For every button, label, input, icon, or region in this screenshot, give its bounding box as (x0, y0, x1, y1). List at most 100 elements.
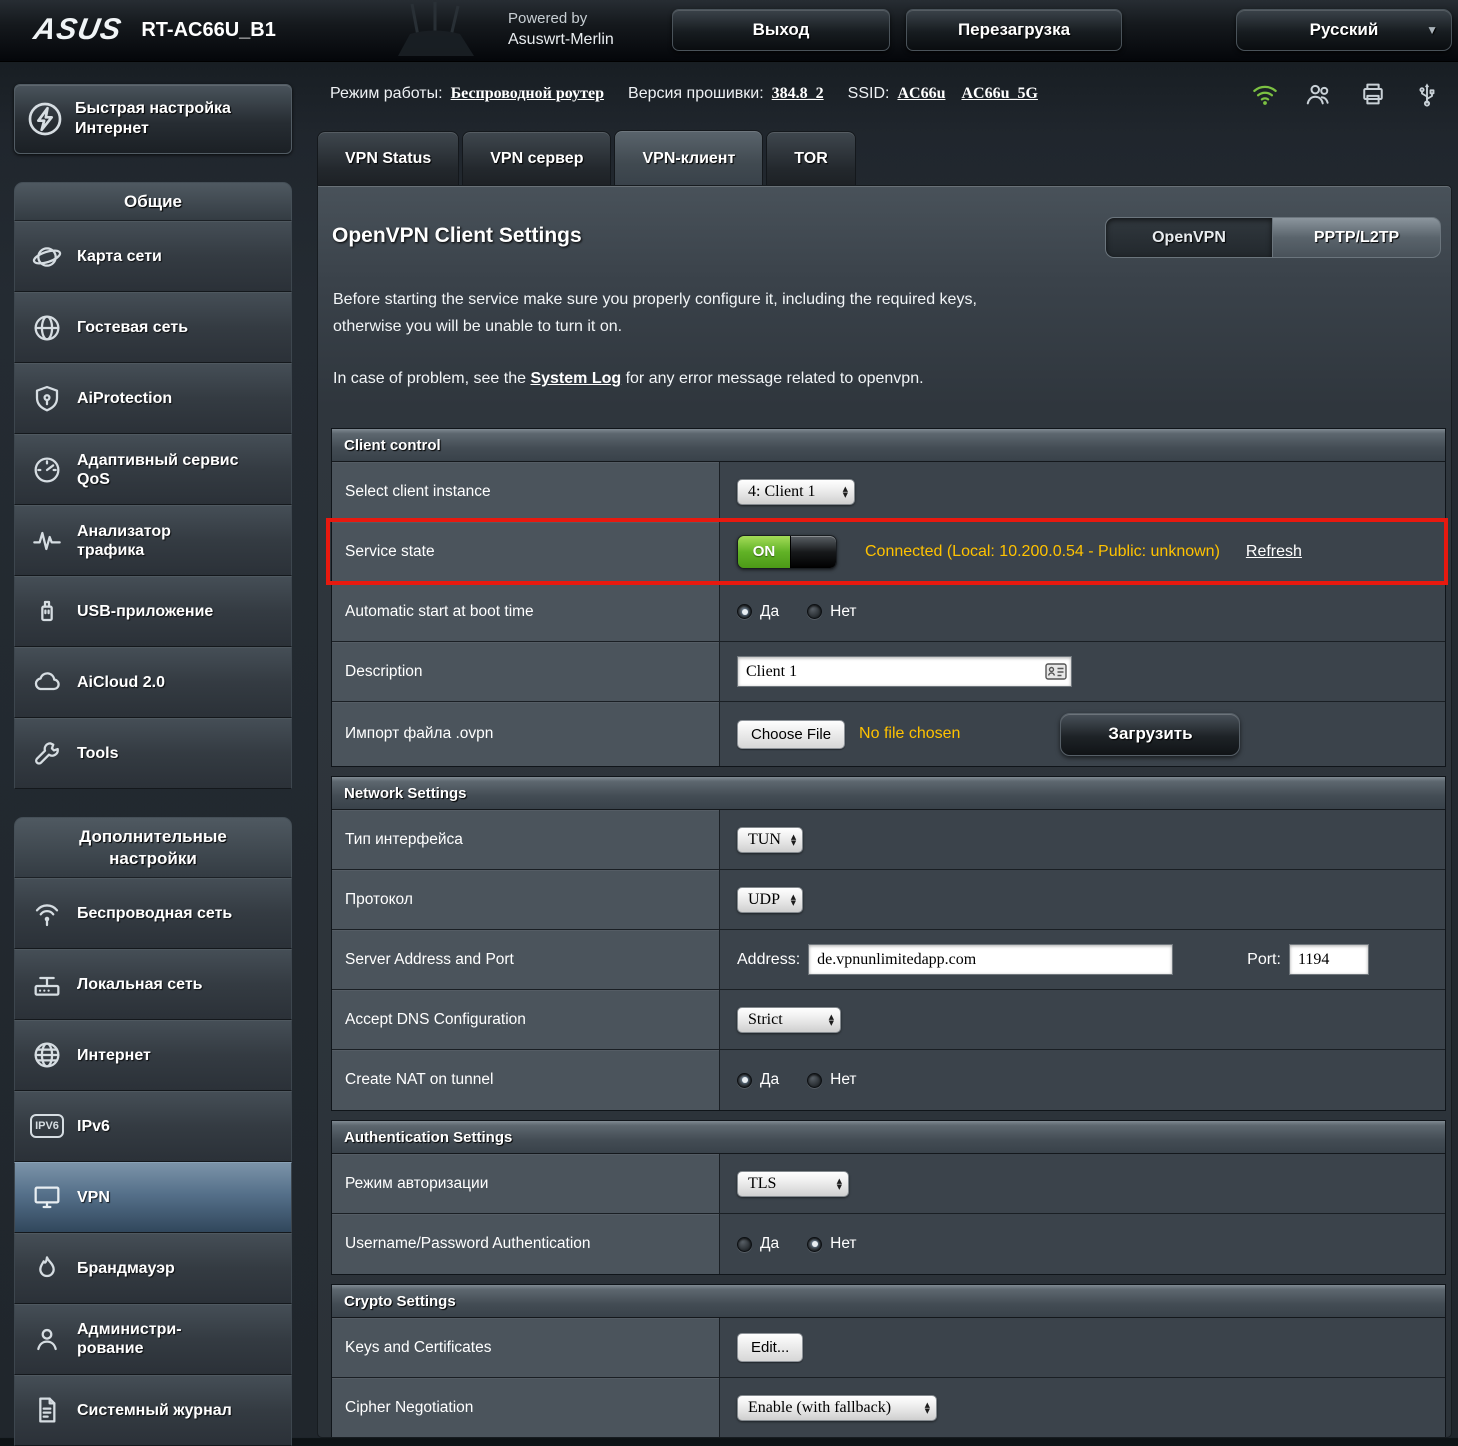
logout-button[interactable]: Выход (672, 9, 890, 51)
system-log-link[interactable]: System Log (530, 370, 621, 387)
cipher-negotiation-label: Cipher Negotiation (332, 1378, 720, 1438)
admin-icon (25, 1317, 69, 1361)
sidebar-item-vpn[interactable]: VPN (14, 1162, 292, 1233)
address-label: Address: (737, 951, 800, 969)
choose-file-button[interactable]: Choose File (737, 720, 845, 749)
table-row: Select client instance 4: Client 1 ▲▼ (332, 462, 1445, 522)
toggle-knob (790, 536, 836, 568)
input-list-icon[interactable] (1045, 663, 1067, 685)
auth-mode-select[interactable]: TLS ▲▼ (737, 1171, 849, 1197)
vpn-mode-toggle: OpenVPN PPTP/L2TP (1105, 217, 1441, 258)
sidebar-item-lan[interactable]: Локальная сеть (14, 949, 292, 1020)
log-icon (25, 1388, 69, 1432)
cipher-negotiation-select[interactable]: Enable (with fallback) ▲▼ (737, 1395, 937, 1421)
select-stepper-icon: ▲▼ (843, 486, 848, 498)
sidebar-item-wan[interactable]: Интернет (14, 1020, 292, 1091)
server-address-label: Server Address and Port (332, 930, 720, 989)
refresh-link[interactable]: Refresh (1246, 543, 1302, 561)
authentication-settings-table: Authentication Settings Режим авторизаци… (331, 1120, 1446, 1275)
wireless-icon (25, 891, 69, 935)
nat-no-radio[interactable]: Нет (807, 1071, 856, 1089)
sidebar-item-administration[interactable]: Администри-рование (14, 1304, 292, 1375)
sidebar-item-qos[interactable]: Адаптивный сервис QoS (14, 434, 292, 505)
description-label: Description (332, 642, 720, 701)
sidebar-item-usb-app[interactable]: USB-приложение (14, 576, 292, 647)
description-input[interactable] (737, 656, 1072, 687)
router-model: RT-AC66U_B1 (141, 19, 275, 42)
server-port-input[interactable] (1289, 944, 1369, 975)
sidebar-item-aicloud[interactable]: AiCloud 2.0 (14, 647, 292, 718)
sidebar-quick-setup[interactable]: Быстрая настройка Интернет (14, 84, 292, 154)
service-state-toggle[interactable]: ON (737, 535, 837, 569)
table-row: Automatic start at boot time Да Нет (332, 582, 1445, 642)
upload-button[interactable]: Загрузить (1060, 713, 1240, 756)
lan-icon (25, 962, 69, 1006)
operation-mode-link[interactable]: Беспроводной роутер (451, 85, 604, 103)
client-instance-select[interactable]: 4: Client 1 ▲▼ (737, 479, 855, 505)
top-header-bar: ASUS RT-AC66U_B1 Powered by Asuswrt-Merl… (0, 0, 1458, 62)
connection-status-text: Connected (Local: 10.200.0.54 - Public: … (865, 543, 1220, 561)
accept-dns-select[interactable]: Strict ▲▼ (737, 1007, 841, 1033)
service-state-label: Service state (332, 522, 720, 581)
autostart-yes-radio[interactable]: Да (737, 603, 779, 621)
ssid-5g-link[interactable]: AC66u_5G (961, 85, 1037, 103)
pptp-l2tp-toggle-button[interactable]: PPTP/L2TP (1273, 217, 1441, 258)
firmware-brand-label: Asuswrt-Merlin (508, 29, 614, 51)
language-selector[interactable]: Русский ▼ (1236, 9, 1452, 51)
sidebar: Быстрая настройка Интернет Общие Карта с… (14, 84, 292, 1446)
tab-vpn-server[interactable]: VPN сервер (462, 131, 611, 185)
asus-logo: ASUS (31, 13, 124, 47)
server-address-input[interactable] (808, 944, 1173, 975)
ssid-label: SSID: (848, 85, 890, 103)
protocol-select[interactable]: UDP ▲▼ (737, 887, 803, 913)
firmware-version-link[interactable]: 384.8_2 (772, 85, 824, 103)
select-stepper-icon: ▲▼ (837, 1178, 842, 1190)
printer-icon[interactable] (1358, 79, 1388, 109)
radio-unchecked-icon (807, 1073, 822, 1088)
service-state-row: Service state ON Connected (Local: 10.20… (332, 522, 1445, 582)
table-row: Accept DNS Configuration Strict ▲▼ (332, 990, 1445, 1050)
language-label: Русский (1310, 20, 1379, 40)
clients-icon[interactable] (1304, 79, 1334, 109)
table-row: Импорт файла .ovpn Choose File No file c… (332, 702, 1445, 766)
userpass-no-radio[interactable]: Нет (807, 1235, 856, 1253)
reboot-button[interactable]: Перезагрузка (906, 9, 1122, 51)
nat-yes-radio[interactable]: Да (737, 1071, 779, 1089)
authentication-settings-header: Authentication Settings (332, 1121, 1445, 1154)
table-row: Server Address and Port Address: Port: (332, 930, 1445, 990)
tab-vpn-status[interactable]: VPN Status (317, 131, 459, 185)
usb-port-icon[interactable] (1412, 79, 1442, 109)
interface-type-select[interactable]: TUN ▲▼ (737, 827, 803, 853)
edit-keys-button[interactable]: Edit... (737, 1333, 803, 1362)
sidebar-item-network-map[interactable]: Карта сети (14, 221, 292, 292)
operation-mode-label: Режим работы: (330, 85, 443, 103)
radio-checked-icon (737, 604, 752, 619)
sidebar-item-tools[interactable]: Tools (14, 718, 292, 789)
sidebar-item-guest-network[interactable]: Гостевая сеть (14, 292, 292, 363)
sidebar-section-general: Общие (14, 182, 292, 221)
tab-vpn-client[interactable]: VPN-клиент (614, 130, 763, 185)
autostart-label: Automatic start at boot time (332, 582, 720, 641)
ssid-2g-link[interactable]: AC66u (897, 85, 945, 103)
sidebar-item-wireless[interactable]: Беспроводная сеть (14, 878, 292, 949)
table-row: Username/Password Authentication Да Нет (332, 1214, 1445, 1274)
openvpn-toggle-button[interactable]: OpenVPN (1105, 217, 1273, 258)
sidebar-item-ipv6[interactable]: IPV6 IPv6 (14, 1091, 292, 1162)
flame-icon (25, 1246, 69, 1290)
sidebar-item-aiprotection[interactable]: AiProtection (14, 363, 292, 434)
userpass-auth-label: Username/Password Authentication (332, 1214, 720, 1274)
crypto-settings-header: Crypto Settings (332, 1285, 1445, 1318)
userpass-yes-radio[interactable]: Да (737, 1235, 779, 1253)
sidebar-item-system-log[interactable]: Системный журнал (14, 1375, 292, 1446)
crypto-settings-table: Crypto Settings Keys and Certificates Ed… (331, 1284, 1446, 1438)
shield-lock-icon (25, 377, 69, 421)
toggle-on-label: ON (738, 536, 790, 568)
sidebar-item-firewall[interactable]: Брандмауэр (14, 1233, 292, 1304)
cloud-icon (25, 661, 69, 705)
interface-type-label: Тип интерфейса (332, 810, 720, 869)
tab-tor[interactable]: TOR (766, 131, 855, 185)
wifi-status-icon[interactable] (1250, 79, 1280, 109)
autostart-no-radio[interactable]: Нет (807, 603, 856, 621)
sidebar-item-traffic-analyzer[interactable]: Анализатор трафика (14, 505, 292, 576)
firmware-version-label: Версия прошивки: (628, 85, 764, 103)
